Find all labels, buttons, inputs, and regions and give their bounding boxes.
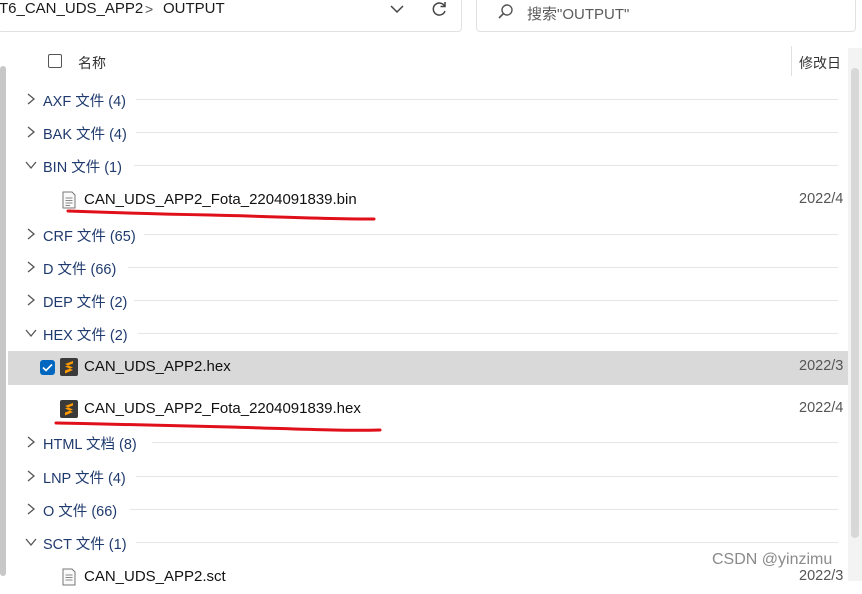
group-label: O 文件 (66)	[43, 504, 118, 520]
chevron-right-icon[interactable]	[24, 468, 38, 484]
group-header-bak[interactable]: BAK 文件 (4)	[8, 116, 848, 149]
document-icon	[60, 568, 78, 586]
group-header-bin[interactable]: BIN 文件 (1)	[8, 149, 848, 182]
group-divider	[134, 300, 838, 301]
group-divider	[138, 333, 838, 334]
group-label: HEX 文件 (2)	[43, 328, 128, 344]
column-name-header[interactable]: 名称	[78, 53, 106, 73]
group-header-html[interactable]: HTML 文档 (8)	[8, 426, 848, 459]
group-header-dep[interactable]: DEP 文件 (2)	[8, 284, 848, 317]
top-bar: T6_CAN_UDS_APP2 > OUTPUT 搜索"OUTPUT"	[0, 0, 862, 40]
sublime-icon	[60, 400, 78, 418]
refresh-icon[interactable]	[427, 0, 451, 21]
scrollbar-thumb[interactable]	[851, 68, 859, 538]
group-divider	[136, 476, 838, 477]
chevron-right-icon[interactable]	[24, 124, 38, 140]
group-divider	[152, 442, 838, 443]
group-divider	[136, 542, 838, 543]
breadcrumb-parent[interactable]: T6_CAN_UDS_APP2	[0, 0, 143, 19]
group-divider	[130, 509, 838, 510]
group-divider	[136, 99, 838, 100]
file-date: 2022/4	[799, 400, 844, 416]
group-divider	[134, 165, 838, 166]
file-date: 2022/3	[799, 568, 844, 584]
group-label: AXF 文件 (4)	[43, 94, 126, 110]
column-date-header[interactable]: 修改日	[799, 53, 841, 73]
chevron-down-icon[interactable]	[24, 325, 38, 341]
search-box[interactable]: 搜索"OUTPUT"	[476, 0, 856, 32]
search-input[interactable]: 搜索"OUTPUT"	[527, 3, 629, 24]
group-label: D 文件 (66)	[43, 262, 117, 278]
vertical-scrollbar[interactable]	[848, 48, 862, 581]
chevron-down-icon[interactable]	[385, 0, 409, 21]
chevron-right-icon[interactable]	[24, 434, 38, 450]
chevron-down-icon[interactable]	[24, 534, 38, 550]
navigation-pane-edge	[0, 40, 8, 581]
breadcrumb-current[interactable]: OUTPUT	[163, 0, 225, 19]
chevron-right-icon[interactable]	[24, 501, 38, 517]
group-label: SCT 文件 (1)	[43, 537, 127, 553]
chevron-right-icon[interactable]	[24, 259, 38, 275]
file-name: CAN_UDS_APP2.sct	[84, 568, 226, 585]
chevron-down-icon[interactable]	[24, 157, 38, 173]
group-header-hex[interactable]: HEX 文件 (2)	[8, 317, 848, 350]
group-label: DEP 文件 (2)	[43, 295, 128, 311]
search-icon	[497, 3, 515, 26]
group-header-o[interactable]: O 文件 (66)	[8, 493, 848, 526]
file-date: 2022/3	[799, 358, 844, 374]
file-row[interactable]: CAN_UDS_APP2_Fota_2204091839.bin 2022/4	[8, 184, 848, 217]
column-header: 名称 修改日	[8, 42, 848, 82]
chevron-right-icon[interactable]	[24, 292, 38, 308]
group-label: LNP 文件 (4)	[43, 471, 126, 487]
group-header-crf[interactable]: CRF 文件 (65)	[8, 218, 848, 251]
group-header-axf[interactable]: AXF 文件 (4)	[8, 83, 848, 116]
group-header-d[interactable]: D 文件 (66)	[8, 251, 848, 284]
select-all-checkbox[interactable]	[48, 54, 62, 68]
address-bar[interactable]: T6_CAN_UDS_APP2 > OUTPUT	[0, 0, 462, 32]
file-row-selected[interactable]: CAN_UDS_APP2.hex 2022/3	[8, 351, 848, 385]
breadcrumb-separator[interactable]: >	[145, 0, 153, 19]
group-divider	[136, 132, 838, 133]
group-divider	[144, 234, 838, 235]
file-date: 2022/4	[799, 191, 844, 207]
watermark: CSDN @yinzimu	[712, 551, 833, 568]
group-label: HTML 文档 (8)	[43, 437, 137, 453]
column-divider[interactable]	[791, 46, 792, 76]
file-name: CAN_UDS_APP2.hex	[84, 358, 231, 375]
nav-scrollbar-thumb[interactable]	[0, 66, 6, 576]
sublime-icon	[60, 358, 78, 376]
file-name: CAN_UDS_APP2_Fota_2204091839.bin	[84, 191, 357, 208]
group-header-lnp[interactable]: LNP 文件 (4)	[8, 460, 848, 493]
chevron-right-icon[interactable]	[24, 226, 38, 242]
file-name: CAN_UDS_APP2_Fota_2204091839.hex	[84, 400, 361, 417]
row-checkbox-checked[interactable]	[40, 360, 55, 375]
group-label: BAK 文件 (4)	[43, 127, 127, 143]
file-row[interactable]: CAN_UDS_APP2_Fota_2204091839.hex 2022/4	[8, 393, 848, 426]
group-label: BIN 文件 (1)	[43, 160, 122, 176]
group-label: CRF 文件 (65)	[43, 229, 136, 245]
document-icon	[60, 191, 78, 209]
chevron-right-icon[interactable]	[24, 91, 38, 107]
group-divider	[128, 267, 838, 268]
